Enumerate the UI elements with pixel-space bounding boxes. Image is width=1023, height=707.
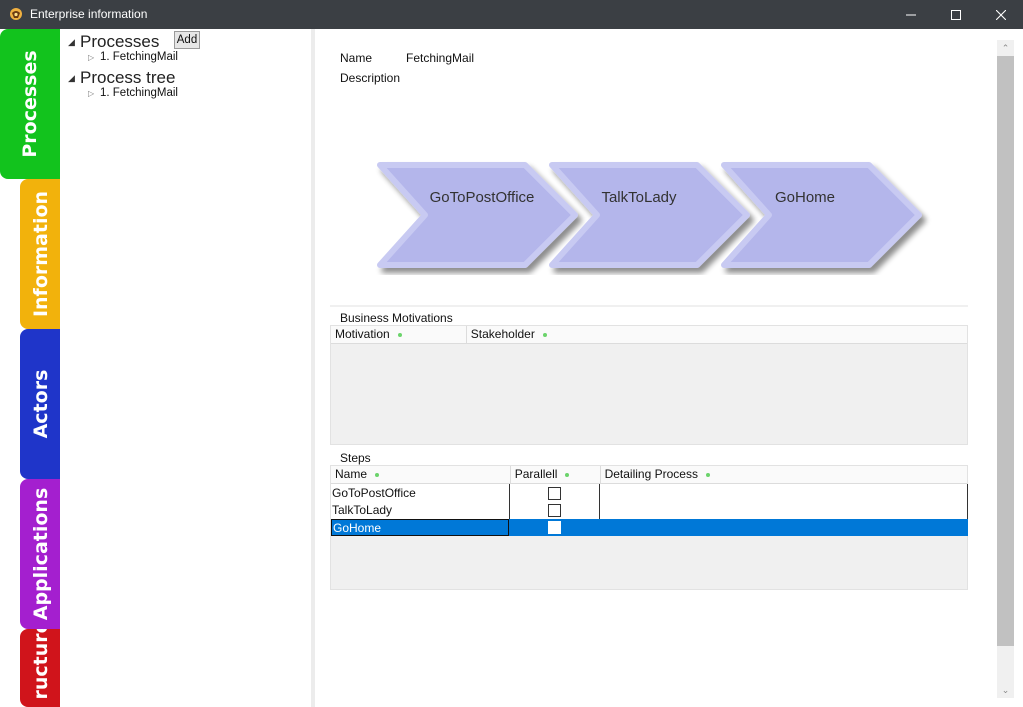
parallel-checkbox[interactable] bbox=[548, 521, 561, 534]
maximize-button[interactable] bbox=[933, 0, 979, 29]
tree-item-label: 1. FetchingMail bbox=[100, 51, 178, 63]
divider bbox=[330, 305, 968, 307]
sort-indicator-icon bbox=[705, 472, 710, 477]
sort-indicator-icon bbox=[565, 472, 570, 477]
diagram-step-2[interactable]: TalkToLady bbox=[549, 162, 750, 268]
tree-item-label: 1. FetchingMail bbox=[100, 87, 178, 99]
expanded-arrow-icon[interactable]: ◢ bbox=[68, 73, 80, 84]
column-header-stakeholder[interactable]: Stakeholder bbox=[467, 326, 967, 344]
parallel-checkbox[interactable] bbox=[548, 504, 561, 517]
app-icon bbox=[10, 8, 22, 20]
window-title: Enterprise information bbox=[30, 7, 148, 21]
collapsed-arrow-icon[interactable]: ▷ bbox=[88, 89, 100, 98]
column-header-motivation[interactable]: Motivation bbox=[331, 326, 467, 344]
tree-root-processes-label: Processes bbox=[80, 32, 160, 51]
process-diagram: GoToPostOffice TalkToLady GoHome bbox=[377, 162, 922, 268]
tree-item-fetchingmail[interactable]: ▷ 1. FetchingMail bbox=[88, 51, 178, 63]
tab-processes[interactable]: Processes bbox=[0, 29, 60, 179]
sort-indicator-icon bbox=[375, 472, 380, 477]
column-header-parallell[interactable]: Parallell bbox=[511, 466, 601, 484]
table-row[interactable]: GoToPostOffice bbox=[331, 485, 967, 502]
name-value[interactable]: FetchingMail bbox=[406, 51, 474, 65]
close-button[interactable] bbox=[978, 0, 1023, 29]
tab-information-label: Information bbox=[30, 190, 52, 318]
vertical-scrollbar[interactable]: ⌃ ⌄ bbox=[997, 40, 1014, 698]
tab-applications-label: Applications bbox=[30, 487, 52, 621]
business-motivations-grid[interactable]: Motivation Stakeholder bbox=[330, 325, 968, 445]
name-label: Name bbox=[340, 51, 373, 65]
add-button[interactable]: Add bbox=[174, 31, 200, 49]
tree-root-processes[interactable]: ◢ Processes bbox=[68, 32, 159, 52]
column-header-label: Name bbox=[335, 467, 368, 481]
scroll-down-icon[interactable]: ⌄ bbox=[997, 682, 1014, 698]
steps-grid[interactable]: Name Parallell Detailing Process GoToPos… bbox=[330, 465, 968, 590]
minimize-button[interactable] bbox=[888, 0, 934, 29]
steps-title: Steps bbox=[340, 451, 371, 465]
parallel-checkbox[interactable] bbox=[548, 487, 561, 500]
tab-actors-label: Actors bbox=[30, 369, 52, 439]
business-motivations-title: Business Motivations bbox=[340, 311, 453, 325]
tab-structure-label: ructure bbox=[30, 629, 52, 700]
column-header-detailing-process[interactable]: Detailing Process bbox=[601, 466, 967, 484]
column-header-label: Stakeholder bbox=[470, 327, 535, 341]
diagram-step-1-label: GoToPostOffice bbox=[430, 189, 535, 206]
tree-root-process-tree-label: Process tree bbox=[80, 68, 176, 87]
maximize-icon bbox=[951, 9, 961, 20]
tree-item-fetchingmail-tree[interactable]: ▷ 1. FetchingMail bbox=[88, 87, 178, 99]
tree-panel: ◢ Processes Add ▷ 1. FetchingMail ◢ Process… bbox=[60, 29, 312, 707]
tab-processes-label: Processes bbox=[19, 50, 41, 158]
step-name-cell[interactable]: GoHome bbox=[331, 519, 509, 536]
grid-header: Name Parallell Detailing Process bbox=[331, 466, 967, 484]
table-row-selected[interactable]: GoHome bbox=[331, 519, 968, 536]
tab-information[interactable]: Information bbox=[20, 179, 62, 329]
table-row[interactable]: TalkToLady bbox=[331, 502, 967, 519]
sort-indicator-icon bbox=[542, 332, 547, 337]
column-header-label: Detailing Process bbox=[604, 467, 698, 481]
tree-root-process-tree[interactable]: ◢ Process tree bbox=[68, 68, 175, 88]
grid-header: Motivation Stakeholder bbox=[331, 326, 967, 344]
column-header-label: Parallell bbox=[514, 467, 558, 481]
diagram-step-1[interactable]: GoToPostOffice bbox=[377, 162, 578, 268]
diagram-step-3[interactable]: GoHome bbox=[721, 162, 922, 268]
scrollbar-thumb[interactable] bbox=[997, 56, 1014, 646]
column-header-label: Motivation bbox=[335, 327, 390, 341]
diagram-step-2-label: TalkToLady bbox=[601, 189, 677, 206]
title-bar: Enterprise information bbox=[0, 0, 1023, 29]
scroll-up-icon[interactable]: ⌃ bbox=[997, 40, 1014, 56]
column-header-name[interactable]: Name bbox=[331, 466, 511, 484]
sort-indicator-icon bbox=[397, 332, 402, 337]
step-name-cell[interactable]: TalkToLady bbox=[331, 502, 392, 519]
expanded-arrow-icon[interactable]: ◢ bbox=[68, 37, 80, 48]
diagram-step-3-label: GoHome bbox=[775, 189, 835, 206]
step-name-cell[interactable]: GoToPostOffice bbox=[331, 485, 416, 502]
tab-actors[interactable]: Actors bbox=[20, 329, 62, 479]
description-label: Description bbox=[340, 71, 401, 85]
tab-structure[interactable]: ructure bbox=[20, 629, 62, 707]
collapsed-arrow-icon[interactable]: ▷ bbox=[88, 53, 100, 62]
close-icon bbox=[996, 9, 1006, 20]
tab-applications[interactable]: Applications bbox=[20, 479, 62, 629]
minimize-icon bbox=[906, 14, 916, 15]
